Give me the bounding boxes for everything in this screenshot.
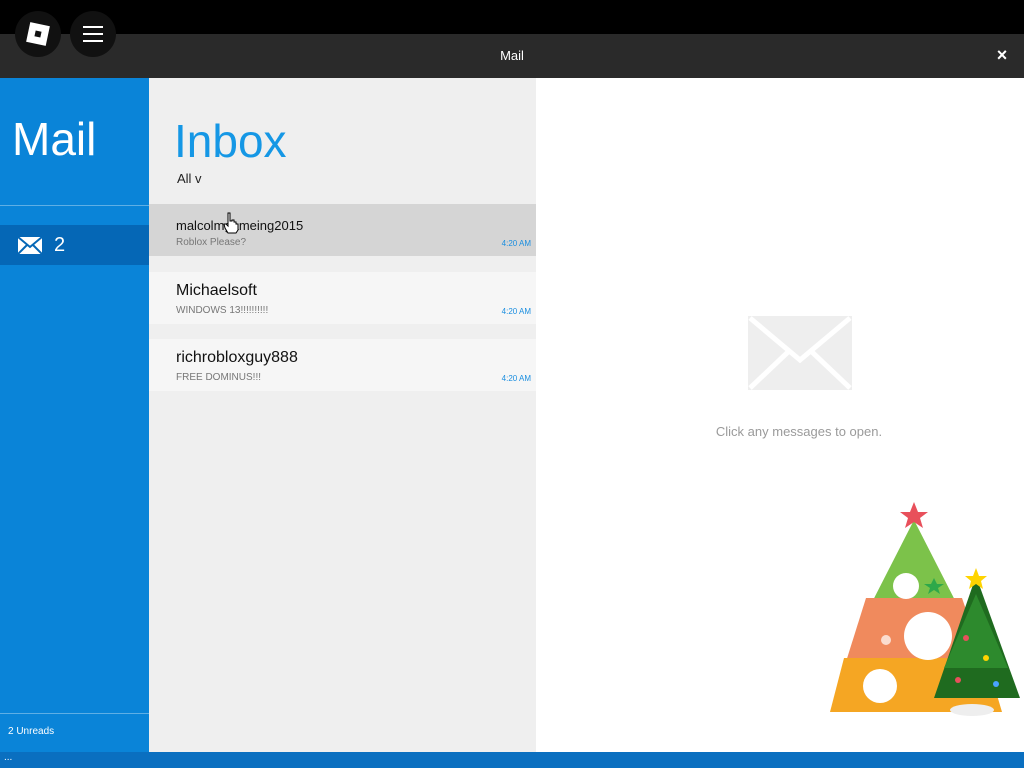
menu-button[interactable]: [70, 11, 116, 57]
top-bar: [0, 0, 1024, 34]
unreads-label: 2 Unreads: [8, 726, 55, 737]
menu-icon: [83, 26, 103, 42]
close-button[interactable]: ×: [992, 44, 1012, 66]
message-subject: Roblox Please?: [176, 237, 247, 248]
message-time: 4:20 AM: [501, 239, 531, 248]
divider: [0, 713, 149, 714]
cursor-hand-icon: [223, 212, 239, 234]
roblox-button[interactable]: [15, 11, 61, 57]
message-row[interactable]: richrobloxguy888 FREE DOMINUS!!! 4:20 AM: [149, 339, 536, 391]
message-sender: malcolmgameing2015: [176, 218, 304, 233]
unread-count: 2: [54, 234, 66, 256]
message-time: 4:20 AM: [501, 307, 531, 316]
sidebar: Mail 2 2 Unreads: [0, 78, 149, 752]
message-subject: WINDOWS 13!!!!!!!!!!: [176, 305, 269, 316]
envelope-icon: [748, 316, 852, 390]
message-time: 4:20 AM: [501, 374, 531, 383]
status-text: ...: [4, 752, 13, 763]
empty-state-hint: Click any messages to open.: [715, 424, 883, 439]
message-row[interactable]: malcolmgameing2015 Roblox Please? 4:20 A…: [149, 204, 536, 256]
message-row[interactable]: Michaelsoft WINDOWS 13!!!!!!!!!! 4:20 AM: [149, 272, 536, 324]
sidebar-item-inbox[interactable]: 2: [0, 225, 149, 265]
message-sender: Michaelsoft: [176, 282, 257, 299]
inbox-title: Inbox: [174, 115, 287, 167]
message-sender: richrobloxguy888: [176, 349, 298, 366]
envelope-icon: [18, 237, 42, 254]
christmas-tree-icon: [830, 502, 1020, 716]
filter-dropdown[interactable]: All v: [177, 171, 202, 186]
inbox-panel: Inbox All v malcolmgameing2015 Roblox Pl…: [149, 78, 536, 752]
window-title: Mail: [500, 48, 524, 63]
roblox-logo-icon: [26, 22, 50, 46]
reading-pane: Click any messages to open.: [536, 78, 1024, 752]
divider: [0, 205, 149, 206]
status-bar: ...: [0, 752, 1024, 768]
sidebar-title: Mail: [12, 113, 97, 165]
message-subject: FREE DOMINUS!!!: [176, 372, 262, 383]
